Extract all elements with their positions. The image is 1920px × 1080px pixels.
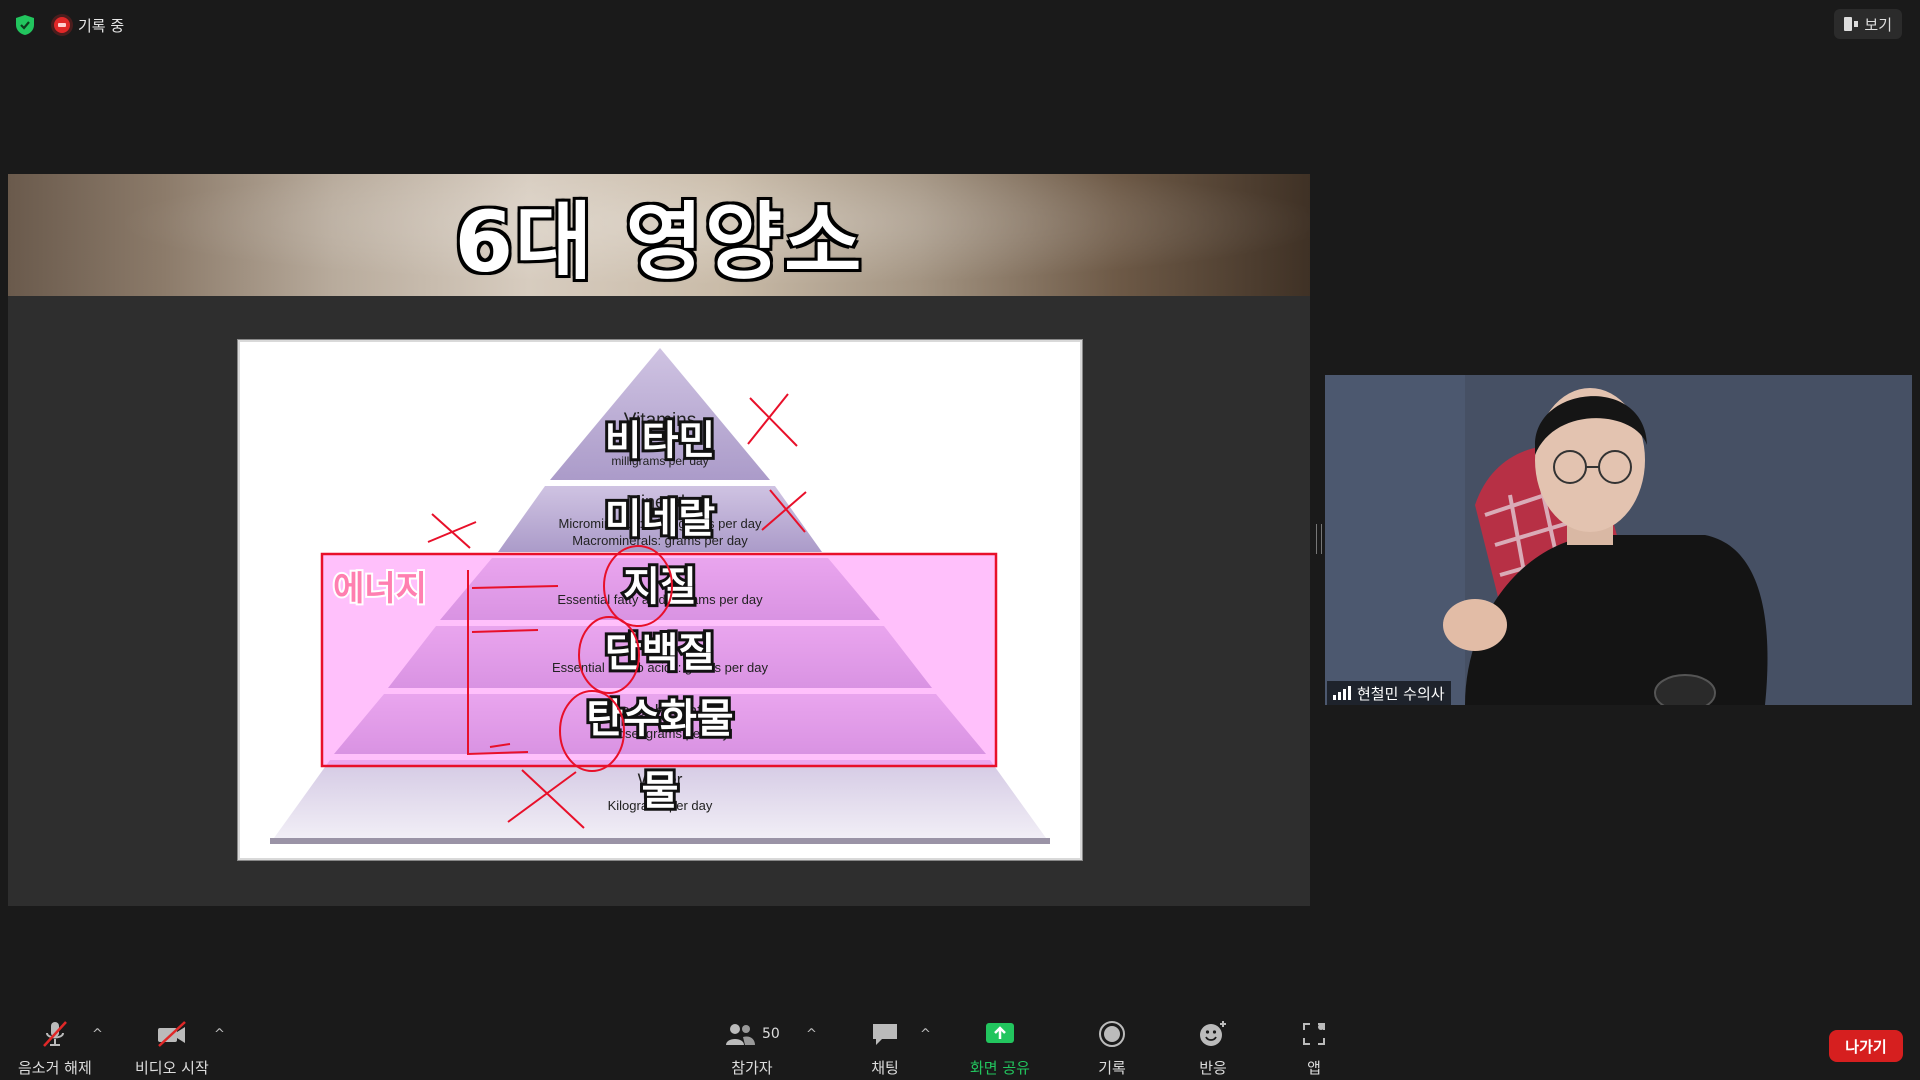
unmute-label: 음소거 해제 (18, 1059, 92, 1077)
top-status-bar: 기록 중 보기 (0, 0, 1920, 48)
chat-options-caret-icon[interactable]: ^ (920, 1027, 931, 1042)
leave-button[interactable]: 나가기 (1829, 1030, 1903, 1062)
record-icon (54, 17, 70, 33)
apps-icon (1303, 1023, 1325, 1045)
cross-mark (747, 393, 798, 447)
record-icon (1099, 1021, 1125, 1047)
audio-options-caret-icon[interactable]: ^ (92, 1027, 103, 1042)
participants-label: 참가자 (731, 1059, 773, 1077)
start-video-label: 비디오 시작 (135, 1059, 209, 1077)
record-label: 기록 (1098, 1059, 1126, 1077)
tier-korean-label: 탄수화물 (586, 696, 733, 742)
video-options-caret-icon[interactable]: ^ (214, 1027, 225, 1042)
chat-icon (873, 1024, 897, 1045)
tier-korean-label: 비타민 (605, 418, 715, 464)
signal-strength-icon (1333, 686, 1351, 700)
start-video-button[interactable]: 비디오 시작 (135, 1019, 209, 1078)
slide-title: 6대 영양소 (454, 192, 864, 291)
nutrient-pyramid: Vitamins milligrams per day Minerals Mic… (270, 348, 1050, 844)
reactions-button[interactable]: 반응 (1198, 1019, 1228, 1078)
reaction-smiley-icon (1200, 1021, 1226, 1046)
participants-count: 50 (762, 1026, 780, 1042)
share-screen-label: 화면 공유 (970, 1059, 1030, 1077)
recording-label: 기록 중 (78, 16, 125, 35)
unmute-button[interactable]: 음소거 해제 (18, 1019, 92, 1078)
participant-name-tag: 현철민 수의사 (1327, 681, 1451, 705)
participants-options-caret-icon[interactable]: ^ (806, 1027, 817, 1042)
tier-korean-label: 지질 (623, 564, 697, 610)
share-screen-icon (985, 1023, 1014, 1043)
pyramid-image: Vitamins milligrams per day Minerals Mic… (237, 339, 1083, 861)
tier-korean-label: 물 (642, 768, 679, 814)
chat-label: 채팅 (871, 1059, 899, 1077)
tier-korean-label: 미네랄 (605, 496, 716, 542)
shared-screen: 6대 영양소 Vitamins milligrams per day Miner… (8, 174, 1310, 906)
participants-icon (726, 1024, 755, 1045)
recording-indicator[interactable]: 기록 중 (54, 14, 124, 36)
view-label: 보기 (1864, 15, 1892, 34)
view-button[interactable]: 보기 (1834, 9, 1902, 39)
record-button[interactable]: 기록 (1098, 1019, 1126, 1078)
reactions-label: 반응 (1199, 1059, 1227, 1077)
participant-video-tile[interactable]: 현철민 수의사 (1325, 375, 1912, 705)
meeting-toolbar: 음소거 해제 ^ 비디오 시작 ^ 50 참가자 ^ 채팅 ^ 화면 공유 기록… (0, 1005, 1920, 1080)
participant-name: 현철민 수의사 (1357, 684, 1445, 703)
apps-label: 앱 (1307, 1059, 1321, 1077)
muted-microphone-icon (42, 1021, 67, 1047)
apps-button[interactable]: 앱 (1300, 1019, 1328, 1078)
video-off-icon (157, 1021, 186, 1047)
cross-mark (427, 513, 477, 549)
video-feed (1325, 375, 1912, 705)
resize-handle[interactable] (1316, 524, 1322, 554)
pyramid-base-shadow (270, 838, 1050, 844)
view-layout-icon (1844, 17, 1859, 31)
energy-label: 에너지 (333, 569, 427, 609)
participants-button[interactable]: 50 참가자 (724, 1019, 780, 1078)
share-screen-button[interactable]: 화면 공유 (970, 1019, 1030, 1078)
chat-button[interactable]: 채팅 (870, 1019, 900, 1078)
tier-korean-label: 단백질 (605, 630, 715, 676)
security-shield-icon[interactable] (14, 14, 36, 36)
